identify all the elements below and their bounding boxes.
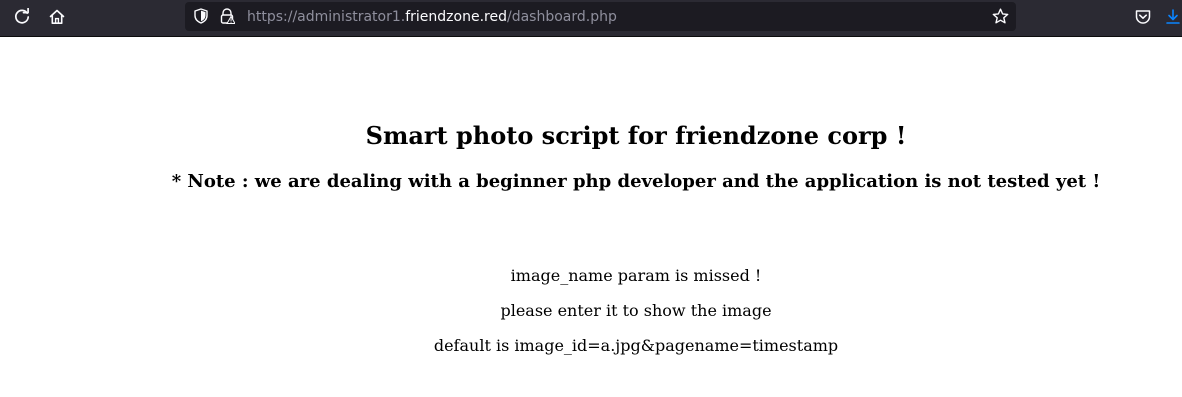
- pocket-icon: [1134, 8, 1152, 26]
- url-path: /dashboard.php: [506, 9, 617, 25]
- url-domain: friendzone.red: [405, 9, 507, 25]
- home-icon: [48, 8, 66, 26]
- reload-icon: [13, 7, 31, 26]
- downloads-button[interactable]: [1164, 4, 1182, 29]
- lock-warning-icon[interactable]: [219, 8, 236, 24]
- shield-icon[interactable]: [193, 8, 209, 24]
- missing-param-message: image_name param is missed !: [510, 266, 762, 285]
- download-icon: [1164, 8, 1182, 26]
- default-params-message: default is image_id=a.jpg&pagename=times…: [433, 336, 839, 355]
- reload-button[interactable]: [8, 4, 36, 29]
- url-prefix: https://administrator1.: [247, 9, 406, 25]
- instruction-message: please enter it to show the image: [500, 301, 772, 320]
- star-icon[interactable]: [992, 8, 1009, 25]
- developer-note: * Note : we are dealing with a beginner …: [171, 171, 1101, 192]
- url-text[interactable]: https://administrator1.friendzone.red/da…: [247, 8, 617, 26]
- browser-toolbar: https://administrator1.friendzone.red/da…: [0, 0, 1182, 37]
- page-content: Smart photo script for friendzone corp !…: [0, 37, 1182, 397]
- address-bar[interactable]: https://administrator1.friendzone.red/da…: [185, 2, 1016, 31]
- home-button[interactable]: [43, 4, 71, 29]
- pocket-button[interactable]: [1129, 4, 1157, 29]
- page-title: Smart photo script for friendzone corp !: [365, 121, 907, 150]
